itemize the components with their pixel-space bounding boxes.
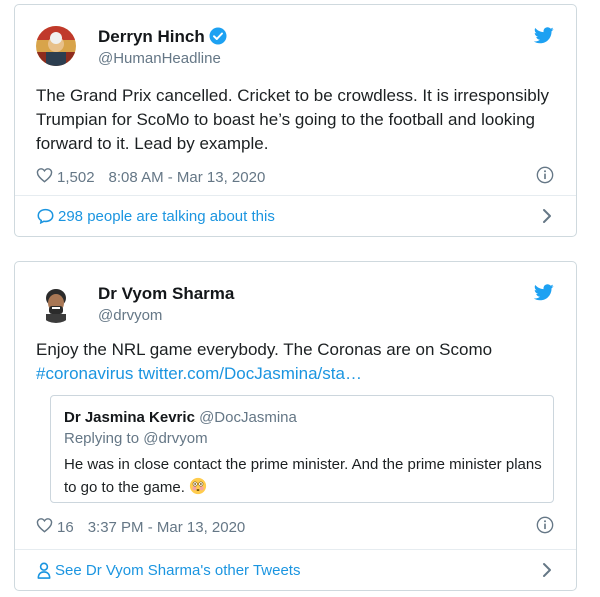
tweet-timestamp[interactable]: 3:37 PM - Mar 13, 2020 <box>88 519 246 536</box>
person-icon <box>37 562 51 579</box>
twitter-bird-icon[interactable] <box>533 284 554 306</box>
tweet-text: Enjoy the NRL game everybody. The Corona… <box>36 338 561 386</box>
tweet-text-body: Enjoy the NRL game everybody. The Corona… <box>36 340 493 359</box>
avatar[interactable] <box>36 283 76 323</box>
verified-badge-icon <box>209 27 227 50</box>
avatar[interactable] <box>36 26 76 66</box>
tweet-timestamp[interactable]: 8:08 AM - Mar 13, 2020 <box>109 169 266 186</box>
heart-icon[interactable] <box>36 167 53 187</box>
quoted-replying-to[interactable]: Replying to @drvyom <box>64 430 208 447</box>
author-handle[interactable]: @drvyom <box>98 307 162 324</box>
like-count[interactable]: 16 <box>57 519 74 536</box>
heart-icon[interactable] <box>36 517 53 537</box>
tweet-card-vyom-sharma[interactable]: Dr Vyom Sharma @drvyom Enjoy the NRL gam… <box>14 261 577 591</box>
tweet-meta: 1,502 8:08 AM - Mar 13, 2020 <box>36 167 265 187</box>
chevron-right-icon[interactable] <box>542 562 552 583</box>
quoted-author[interactable]: Dr Jasmina Kevric @DocJasmina <box>64 409 297 426</box>
author-name[interactable]: Derryn Hinch <box>98 27 227 50</box>
tweet-text: The Grand Prix cancelled. Cricket to be … <box>36 86 550 153</box>
url-link[interactable]: twitter.com/DocJasmina/sta… <box>138 364 362 383</box>
tweet-footer[interactable]: See Dr Vyom Sharma's other Tweets <box>15 549 576 590</box>
quoted-text-body: He was in close contact the prime minist… <box>64 456 542 496</box>
flushed-face-emoji <box>189 477 207 502</box>
other-tweets-link[interactable]: See Dr Vyom Sharma's other Tweets <box>55 562 300 579</box>
quoted-author-name: Dr Jasmina Kevric <box>64 409 195 426</box>
chevron-right-icon[interactable] <box>542 208 552 229</box>
quoted-tweet[interactable]: Dr Jasmina Kevric @DocJasmina Replying t… <box>50 395 554 503</box>
info-icon[interactable] <box>536 516 554 539</box>
info-icon[interactable] <box>536 166 554 189</box>
quoted-author-handle: @DocJasmina <box>199 409 297 426</box>
conversation-link[interactable]: 298 people are talking about this <box>58 208 275 225</box>
tweet-meta: 16 3:37 PM - Mar 13, 2020 <box>36 517 245 537</box>
like-count[interactable]: 1,502 <box>57 169 95 186</box>
tweet-card-derryn-hinch[interactable]: Derryn Hinch @HumanHeadline The Grand Pr… <box>14 4 577 237</box>
author-name[interactable]: Dr Vyom Sharma <box>98 284 234 304</box>
comment-bubble-icon <box>37 208 54 224</box>
hashtag-link[interactable]: #coronavirus <box>36 364 133 383</box>
twitter-bird-icon[interactable] <box>533 27 554 49</box>
tweet-footer[interactable]: 298 people are talking about this <box>15 195 576 236</box>
author-handle[interactable]: @HumanHeadline <box>98 50 221 67</box>
author-name-text[interactable]: Derryn Hinch <box>98 27 205 46</box>
quoted-text: He was in close contact the prime minist… <box>64 453 548 502</box>
